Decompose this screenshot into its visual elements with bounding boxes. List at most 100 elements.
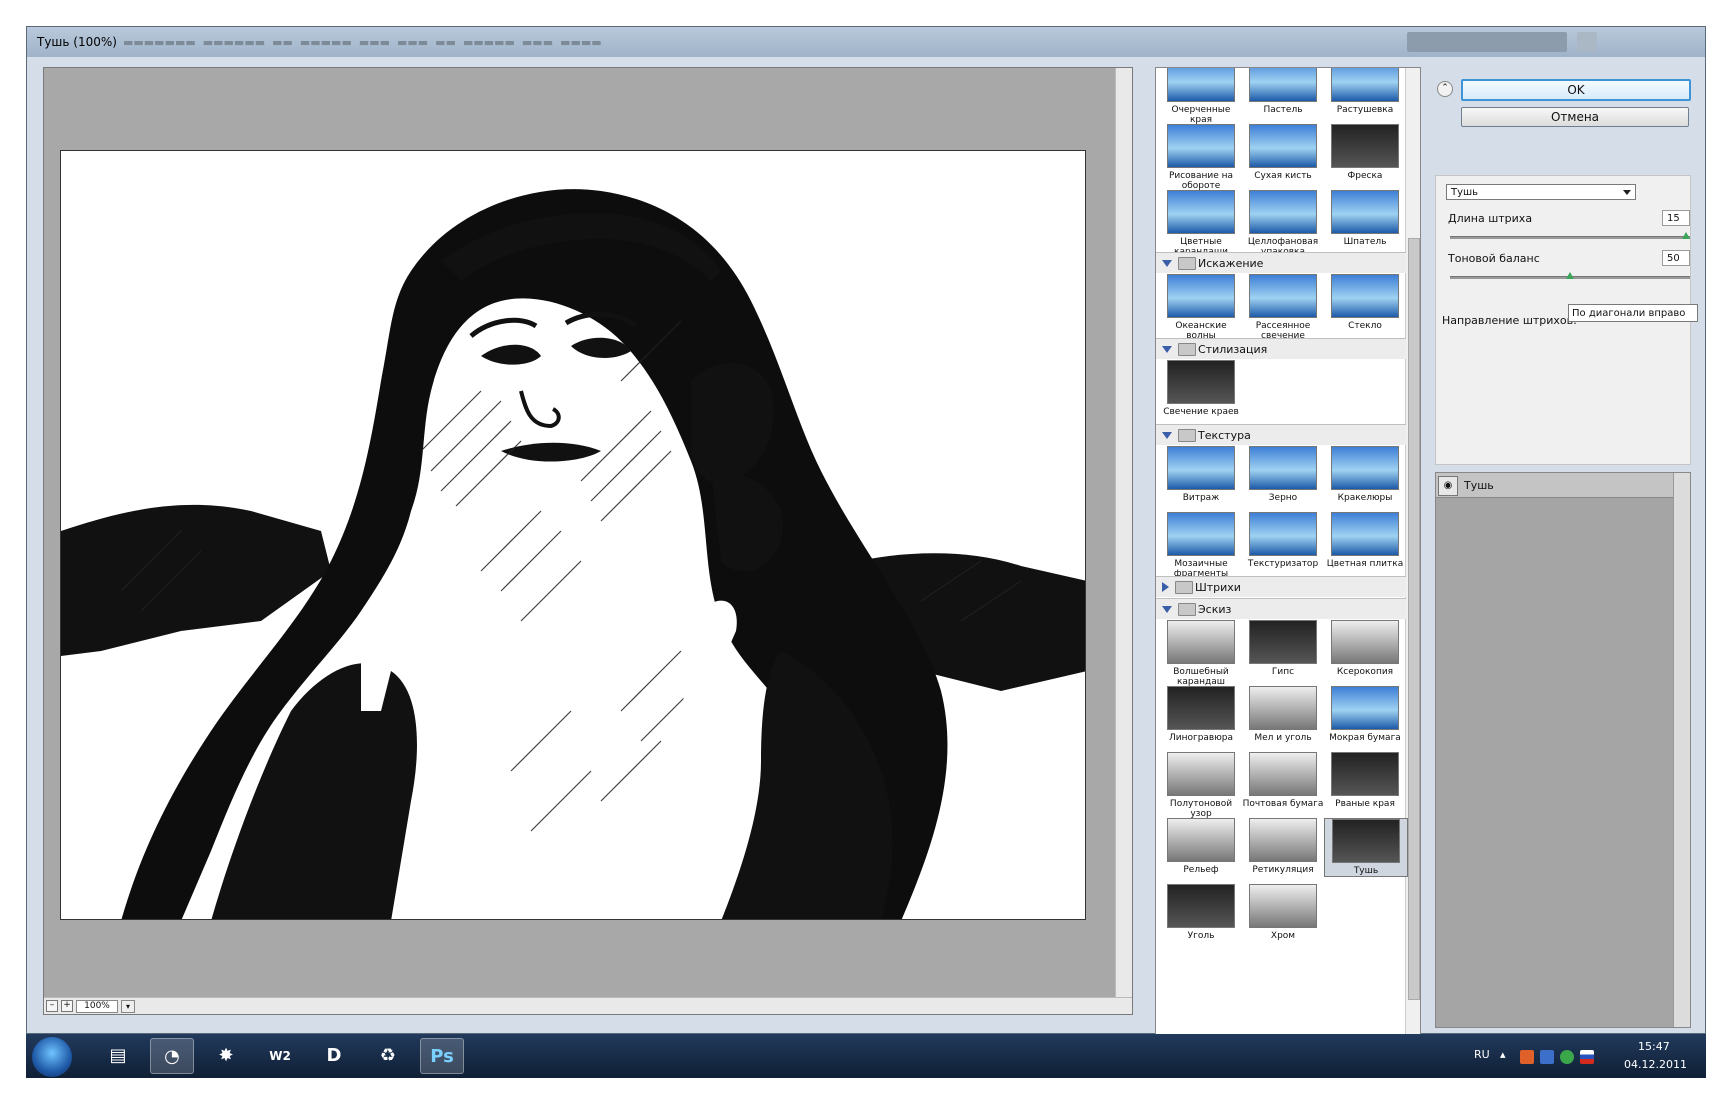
filter-thumbnail[interactable]: Линогравюра xyxy=(1160,686,1242,743)
filter-thumbnail[interactable]: Рваные края xyxy=(1324,752,1406,809)
ok-button[interactable]: OK xyxy=(1461,79,1691,101)
filter-thumbnail[interactable]: Стекло xyxy=(1324,274,1406,331)
preview-horizontal-scrollbar[interactable]: – + 100% ▾ xyxy=(44,997,1132,1014)
stroke-direction-label: Направление штрихов: xyxy=(1442,314,1577,327)
stroke-direction-select[interactable]: По диагонали вправо xyxy=(1568,304,1698,322)
tray-expand-icon[interactable]: ▴ xyxy=(1500,1048,1506,1061)
stroke-length-slider-handle[interactable] xyxy=(1682,232,1690,239)
filter-thumbnail[interactable]: Волшебный карандаш xyxy=(1160,620,1242,687)
category-header[interactable]: Искажение xyxy=(1156,252,1406,273)
filter-thumbnail-label: Шпатель xyxy=(1343,237,1387,247)
filter-thumbnail-label: Полутоновой узор xyxy=(1169,799,1233,819)
filter-thumbnail-label: Ксерокопия xyxy=(1336,667,1394,677)
category-header[interactable]: Штрихи xyxy=(1156,576,1406,597)
filter-thumbnail[interactable]: Гипс xyxy=(1242,620,1324,677)
recycle-icon[interactable]: ♻ xyxy=(366,1038,410,1074)
filter-thumbnail[interactable]: Витраж xyxy=(1160,446,1242,503)
filter-thumbnail-image xyxy=(1331,68,1399,102)
filter-thumbnail[interactable]: Океанские волны xyxy=(1160,274,1242,341)
filter-thumbnail[interactable]: Фреска xyxy=(1324,124,1406,181)
clock-time[interactable]: 15:47 xyxy=(1638,1040,1670,1053)
filter-thumbnail[interactable]: Шпатель xyxy=(1324,190,1406,247)
category-label: Эскиз xyxy=(1198,602,1232,616)
collapse-gallery-icon[interactable]: ⌃ xyxy=(1437,81,1453,97)
zoom-dropdown-icon[interactable]: ▾ xyxy=(121,999,135,1013)
filter-thumbnail[interactable]: Рельеф xyxy=(1160,818,1242,875)
expand-arrow-icon[interactable] xyxy=(1162,345,1172,353)
filter-thumbnail[interactable]: Полутоновой узор xyxy=(1160,752,1242,819)
filter-thumbnail[interactable]: Мозаичные фрагменты xyxy=(1160,512,1242,579)
game-icon[interactable]: ✸ xyxy=(204,1038,248,1074)
filter-thumbnail[interactable]: Сухая кисть xyxy=(1242,124,1324,181)
start-button[interactable] xyxy=(32,1037,72,1077)
torrent-icon[interactable] xyxy=(1560,1050,1574,1064)
filter-thumbnail[interactable]: Мокрая бумага xyxy=(1324,686,1406,743)
category-header[interactable]: Стилизация xyxy=(1156,338,1406,359)
collapsed-arrow-icon[interactable] xyxy=(1162,582,1169,592)
eye-icon[interactable]: ◉ xyxy=(1438,476,1458,496)
menu-blur-area: ▬▬▬▬▬▬▬ ▬▬▬▬▬▬ ▬▬ ▬▬▬▬▬ ▬▬▬ ▬▬▬ ▬▬ ▬▬▬▬▬… xyxy=(123,36,602,49)
stroke-length-slider[interactable] xyxy=(1450,232,1690,239)
filter-thumbnail[interactable]: Уголь xyxy=(1160,884,1242,941)
category-label: Искажение xyxy=(1198,256,1264,270)
browser-icon[interactable]: ◔ xyxy=(150,1038,194,1074)
filter-thumbnail[interactable]: Пастель xyxy=(1242,68,1324,115)
filter-thumbnail-image xyxy=(1249,884,1317,928)
network-icon[interactable] xyxy=(1540,1050,1554,1064)
expand-arrow-icon[interactable] xyxy=(1162,431,1172,439)
filter-thumbnail[interactable]: Почтовая бумага xyxy=(1242,752,1324,809)
gallery-scrollbar[interactable] xyxy=(1405,68,1420,1046)
toolbar-icon[interactable] xyxy=(1577,32,1597,52)
filter-thumbnail-image xyxy=(1249,68,1317,102)
filter-thumbnail[interactable]: Цветные карандаши xyxy=(1160,190,1242,257)
filter-thumbnail[interactable]: Рассеянное свечение xyxy=(1242,274,1324,341)
effect-layer-row[interactable]: ◉ Тушь xyxy=(1436,473,1674,498)
filter-thumbnail[interactable]: Рисование на обороте xyxy=(1160,124,1242,191)
category-label: Штрихи xyxy=(1195,580,1241,594)
filter-thumbnail-image xyxy=(1331,686,1399,730)
flag-icon[interactable] xyxy=(1580,1050,1594,1064)
stroke-length-input[interactable]: 15 xyxy=(1662,210,1690,226)
filter-thumbnail[interactable]: Ретикуляция xyxy=(1242,818,1324,875)
expand-arrow-icon[interactable] xyxy=(1162,259,1172,267)
zoom-in-button[interactable]: + xyxy=(61,1000,73,1012)
folder-icon[interactable]: ▤ xyxy=(96,1038,140,1074)
language-indicator[interactable]: RU xyxy=(1474,1048,1490,1061)
workspace-switcher[interactable] xyxy=(1407,32,1567,52)
filter-thumbnail-label: Фреска xyxy=(1347,171,1383,181)
preview-vertical-scrollbar[interactable] xyxy=(1115,68,1132,998)
filter-thumbnail[interactable]: Хром xyxy=(1242,884,1324,941)
filter-thumbnail[interactable]: Тушь xyxy=(1324,818,1408,877)
effect-layer-name: Тушь xyxy=(1464,479,1494,492)
filter-select[interactable]: Тушь xyxy=(1446,184,1636,200)
tonal-balance-input[interactable]: 50 xyxy=(1662,250,1690,266)
zoom-value[interactable]: 100% xyxy=(76,999,118,1013)
tray-app-icon[interactable] xyxy=(1520,1050,1534,1064)
filter-thumbnail[interactable]: Растушевка xyxy=(1324,68,1406,115)
clock-date[interactable]: 04.12.2011 xyxy=(1624,1058,1687,1071)
wf2-icon[interactable]: W2 xyxy=(258,1038,302,1074)
filter-thumbnail[interactable]: Кракелюры xyxy=(1324,446,1406,503)
filter-thumbnail[interactable]: Зерно xyxy=(1242,446,1324,503)
filter-thumbnail-image xyxy=(1331,274,1399,318)
filter-thumbnail-image xyxy=(1167,190,1235,234)
filter-thumbnail[interactable]: Очерченные края xyxy=(1160,68,1242,125)
tonal-balance-slider-handle[interactable] xyxy=(1566,272,1574,279)
layers-scrollbar[interactable] xyxy=(1673,473,1690,1027)
photoshop-icon[interactable]: Ps xyxy=(420,1038,464,1074)
filter-thumbnail[interactable]: Текстуризатор xyxy=(1242,512,1324,569)
zoom-out-button[interactable]: – xyxy=(46,1000,58,1012)
gallery-scroll-thumb[interactable] xyxy=(1408,238,1420,1000)
expand-arrow-icon[interactable] xyxy=(1162,605,1172,613)
filter-thumbnail[interactable]: Свечение краев xyxy=(1160,360,1242,417)
filter-thumbnail[interactable]: Целлофановая упаковка xyxy=(1242,190,1324,257)
filter-thumbnail[interactable]: Мел и уголь xyxy=(1242,686,1324,743)
filter-thumbnail[interactable]: Ксерокопия xyxy=(1324,620,1406,677)
cancel-button[interactable]: Отмена xyxy=(1461,107,1689,127)
tonal-balance-slider[interactable] xyxy=(1450,272,1690,279)
d-app-icon[interactable]: D xyxy=(312,1038,356,1074)
category-header[interactable]: Эскиз xyxy=(1156,598,1406,619)
filter-thumbnail[interactable]: Цветная плитка xyxy=(1324,512,1406,569)
category-header[interactable]: Текстура xyxy=(1156,424,1406,445)
filter-settings-panel: ⌃ OK Отмена Тушь Длина штриха 15 Тоновой… xyxy=(1431,67,1698,1047)
